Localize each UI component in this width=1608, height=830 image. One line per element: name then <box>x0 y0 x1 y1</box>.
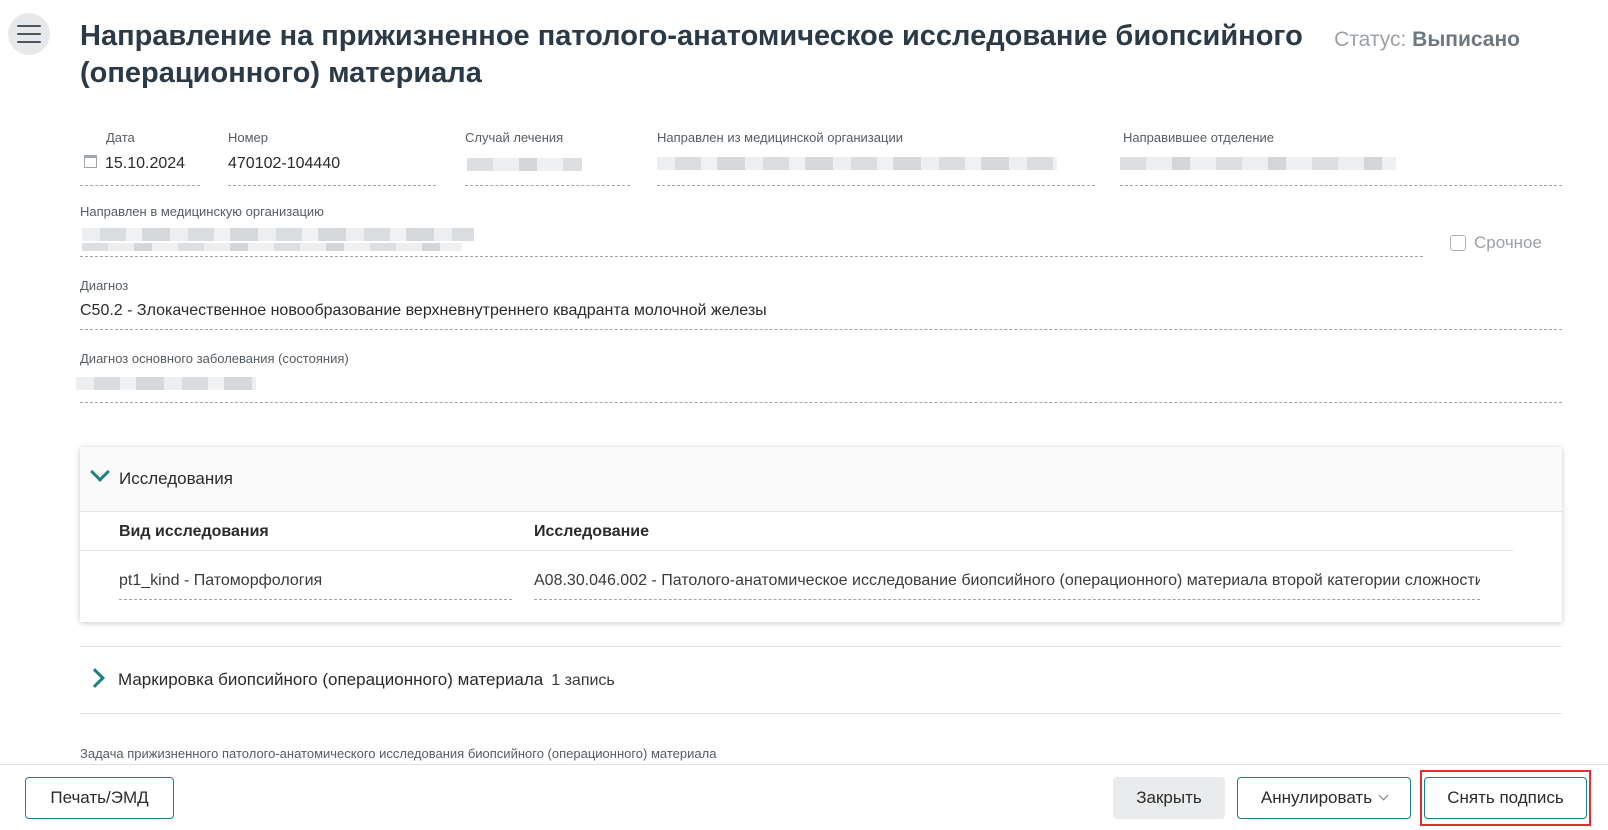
page-title: Направление на прижизненное патолого-ана… <box>80 20 1303 89</box>
chevron-right-icon[interactable] <box>85 668 105 688</box>
table-header-divider <box>80 550 1514 551</box>
annul-label: Аннулировать <box>1260 788 1373 807</box>
chevron-down-icon[interactable] <box>90 462 110 482</box>
number-value: 470102-104440 <box>228 155 341 172</box>
footer-toolbar: Печать/ЭМД Закрыть Аннулировать Снять по… <box>0 764 1608 830</box>
diagnosis-field[interactable]: Диагноз C50.2 - Злокачественное новообра… <box>80 278 1562 330</box>
referred-from-value <box>657 157 1057 170</box>
status-badge: Статус: Выписано <box>1334 28 1520 52</box>
treatment-case-label: Случай лечения <box>465 130 564 145</box>
main-diagnosis-field[interactable]: Диагноз основного заболевания (состояния… <box>76 351 1562 403</box>
date-value: 15.10.2024 <box>105 155 186 172</box>
main-diagnosis-value <box>76 377 256 390</box>
column-header-kind: Вид исследования <box>119 523 269 540</box>
status-value: Выписано <box>1412 28 1520 51</box>
research-panel-title: Исследования <box>119 469 233 488</box>
urgent-checkbox-box[interactable] <box>1450 235 1466 251</box>
date-label: Дата <box>106 130 135 145</box>
menu-icon[interactable] <box>8 13 50 55</box>
referred-from-label: Направлен из медицинской организации <box>657 130 903 145</box>
column-header-study: Исследование <box>534 523 649 540</box>
date-field[interactable]: Дата 15.10.2024 <box>80 130 200 186</box>
treatment-case-value <box>467 158 582 171</box>
highlight-frame <box>1420 770 1591 826</box>
diagnosis-value: C50.2 - Злокачественное новообразование … <box>80 302 767 319</box>
chevron-down-icon <box>1378 790 1389 801</box>
referred-to-field[interactable]: Направлен в медицинскую организацию <box>80 204 1423 257</box>
marking-section-title: Маркировка биопсийного (операционного) м… <box>118 670 544 689</box>
diagnosis-label: Диагноз <box>80 278 129 293</box>
referred-to-value-line2 <box>82 243 462 251</box>
divider <box>80 713 1562 714</box>
status-label: Статус: <box>1334 28 1407 51</box>
marking-section-header[interactable]: Маркировка биопсийного (операционного) м… <box>118 670 615 690</box>
divider <box>80 646 1562 647</box>
print-emd-button[interactable]: Печать/ЭМД <box>25 777 174 819</box>
close-button[interactable]: Закрыть <box>1113 777 1225 819</box>
referring-department-value <box>1120 157 1396 170</box>
referring-department-field[interactable]: Направившее отделение <box>1120 130 1562 186</box>
urgent-checkbox[interactable]: Срочное <box>1450 233 1542 253</box>
referred-from-field[interactable]: Направлен из медицинской организации <box>657 130 1095 186</box>
urgent-label: Срочное <box>1474 233 1542 252</box>
referring-department-label: Направившее отделение <box>1123 130 1275 145</box>
referred-to-label: Направлен в медицинскую организацию <box>80 204 324 219</box>
task-label: Задача прижизненного патолого-анатомичес… <box>80 746 717 761</box>
research-panel-header[interactable]: Исследования <box>80 447 1562 512</box>
referred-to-value <box>82 228 474 241</box>
treatment-case-field[interactable]: Случай лечения <box>465 130 630 186</box>
number-field[interactable]: Номер 470102-104440 <box>228 130 436 186</box>
annul-button[interactable]: Аннулировать <box>1237 777 1411 819</box>
study-cell[interactable]: A08.30.046.002 - Патолого-анатомическое … <box>534 572 1480 600</box>
number-label: Номер <box>228 130 269 145</box>
calendar-icon[interactable] <box>84 155 97 168</box>
main-diagnosis-label: Диагноз основного заболевания (состояния… <box>80 351 349 366</box>
study-kind-cell[interactable]: pt1_kind - Патоморфология <box>119 572 512 600</box>
marking-count: 1 запись <box>551 672 615 689</box>
research-panel: Исследования Вид исследования Исследован… <box>80 447 1562 622</box>
